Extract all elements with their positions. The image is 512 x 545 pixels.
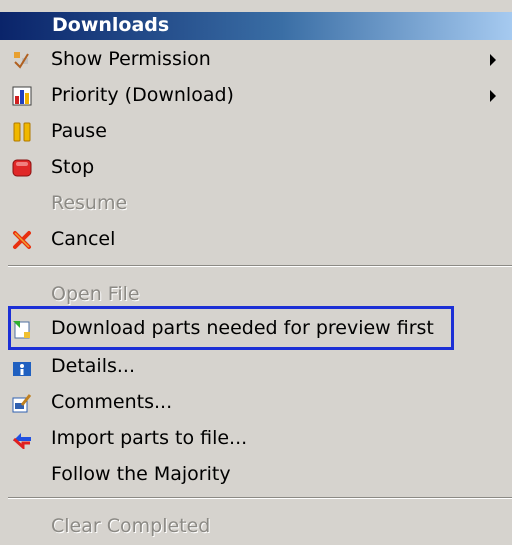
- menu-item-label: Import parts to file...: [51, 427, 248, 449]
- menu-item-label: Show Permission: [51, 48, 211, 70]
- menu-item-label: Pause: [51, 120, 107, 142]
- menu-item-label: Follow the Majority: [51, 463, 231, 485]
- submenu-arrow-icon: [490, 54, 496, 66]
- menu-item-comments[interactable]: Comments...: [0, 386, 512, 420]
- menu-item-label: Priority (Download): [51, 84, 234, 106]
- menu-item-resume: Resume: [0, 187, 512, 221]
- cancel-x-icon: [13, 231, 31, 249]
- info-icon: [13, 362, 31, 376]
- downloads-context-menu: Downloads Show Permission Priority (Down…: [0, 0, 512, 545]
- menu-item-label: Details...: [51, 355, 135, 377]
- menu-item-pause[interactable]: Pause: [0, 115, 512, 149]
- comment-edit-icon: [12, 394, 32, 413]
- permission-icon: [14, 52, 29, 69]
- menu-item-label: Comments...: [51, 391, 173, 413]
- submenu-arrow-icon: [490, 90, 496, 102]
- priority-chart-icon: [12, 86, 32, 106]
- menu-header: Downloads: [0, 12, 512, 40]
- menu-item-import-parts[interactable]: Import parts to file...: [0, 422, 512, 456]
- menu-item-label: Resume: [51, 192, 128, 214]
- menu-item-cancel[interactable]: Cancel: [0, 223, 512, 257]
- menu-item-label: Open File: [51, 283, 140, 305]
- stop-icon: [12, 159, 32, 177]
- pause-icon: [13, 122, 31, 142]
- menu-item-priority[interactable]: Priority (Download): [0, 79, 512, 113]
- menu-item-label: Cancel: [51, 228, 116, 250]
- menu-item-label: Stop: [51, 156, 95, 178]
- menu-item-show-permission[interactable]: Show Permission: [0, 43, 512, 77]
- menu-item-clear-completed: Clear Completed: [0, 510, 512, 544]
- menu-separator: [8, 497, 512, 499]
- highlight-box: [8, 306, 454, 350]
- menu-item-stop[interactable]: Stop: [0, 151, 512, 185]
- menu-item-follow-majority[interactable]: Follow the Majority: [0, 458, 512, 492]
- import-arrows-icon: [13, 433, 31, 449]
- menu-item-label: Clear Completed: [51, 515, 211, 537]
- menu-separator: [8, 265, 512, 267]
- menu-title: Downloads: [52, 14, 170, 36]
- menu-item-details[interactable]: Details...: [0, 350, 512, 384]
